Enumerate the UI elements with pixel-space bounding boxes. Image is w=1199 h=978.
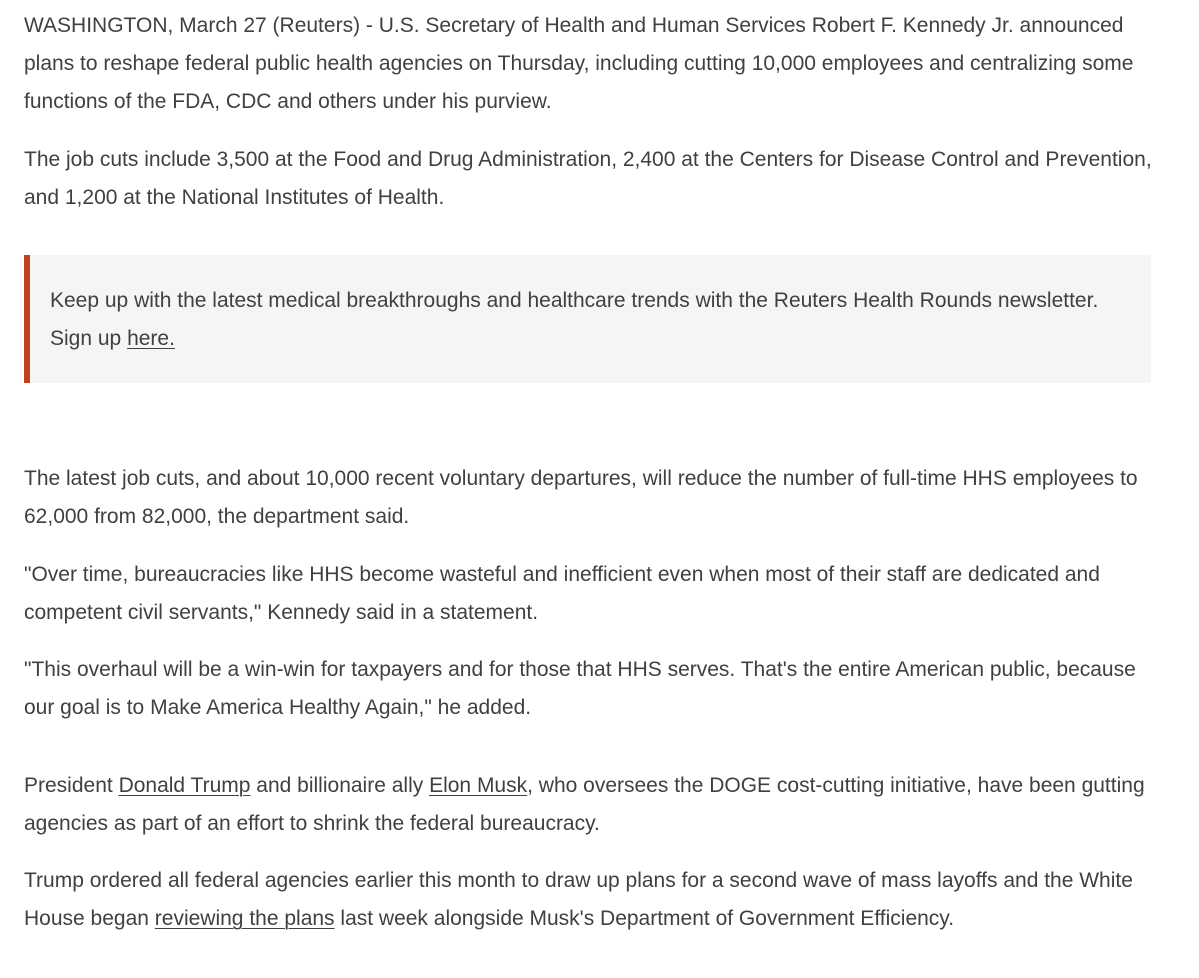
article-paragraph-1: WASHINGTON, March 27 (Reuters) - U.S. Se… — [24, 14, 1134, 113]
article-paragraph-4: "Over time, bureaucracies like HHS becom… — [24, 563, 1100, 624]
newsletter-promo-text: Keep up with the latest medical breakthr… — [50, 289, 1099, 350]
article-paragraph-2: The job cuts include 3,500 at the Food a… — [24, 148, 1152, 209]
paragraph-6-text-a: President — [24, 774, 119, 797]
paragraph-6-text-b: and billionaire ally — [250, 774, 430, 797]
newsletter-signup-link[interactable]: here. — [127, 327, 175, 350]
elon-musk-link[interactable]: Elon Musk — [429, 774, 527, 797]
article-paragraph-3: The latest job cuts, and about 10,000 re… — [24, 467, 1138, 528]
newsletter-text: Keep up with the latest medical breakthr… — [50, 282, 1140, 358]
article-paragraph-5: "This overhaul will be a win-win for tax… — [24, 658, 1136, 719]
newsletter-callout: Keep up with the latest medical breakthr… — [24, 255, 1151, 383]
reviewing-the-plans-link[interactable]: reviewing the plans — [155, 907, 335, 930]
donald-trump-link[interactable]: Donald Trump — [119, 774, 251, 797]
paragraph-7-text-b: last week alongside Musk's Department of… — [334, 907, 955, 930]
article-paragraph-7: Trump ordered all federal agencies earli… — [24, 862, 1164, 938]
article-paragraph-6: President Donald Trump and billionaire a… — [24, 767, 1164, 843]
